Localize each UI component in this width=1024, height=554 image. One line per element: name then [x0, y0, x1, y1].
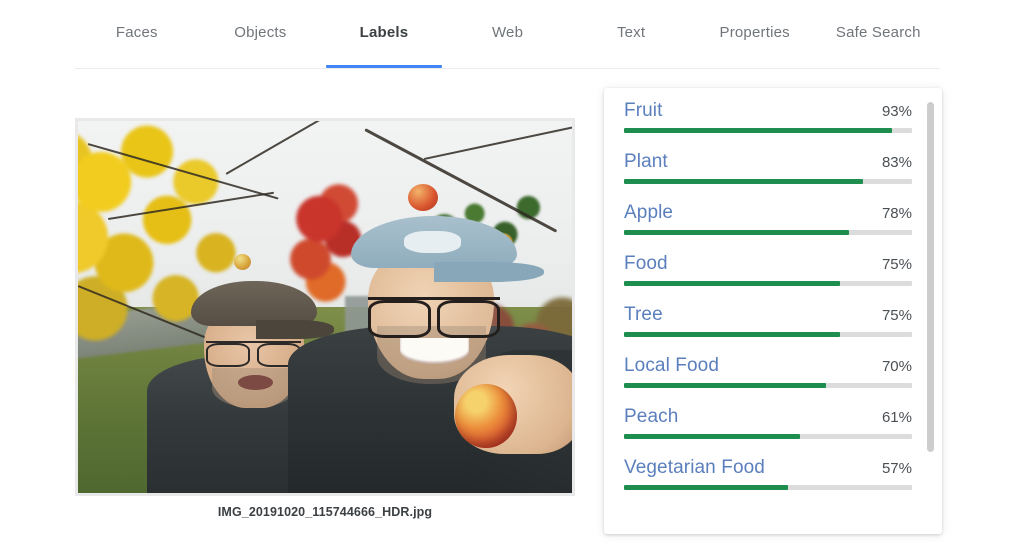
confidence-bar-track — [624, 332, 912, 337]
label-confidence-score: 93% — [881, 103, 912, 120]
tab-web[interactable]: Web — [446, 0, 570, 68]
label-confidence-score: 83% — [881, 154, 912, 171]
labels-scrollbar-thumb[interactable] — [927, 102, 934, 452]
tab-label: Labels — [359, 23, 409, 41]
photo-content — [78, 121, 572, 493]
confidence-bar-track — [624, 230, 912, 235]
confidence-bar-track — [624, 485, 912, 490]
label-name: Food — [624, 253, 668, 274]
tab-safe-search[interactable]: Safe Search — [816, 0, 940, 68]
confidence-bar-fill — [624, 230, 849, 235]
tab-label: Web — [491, 23, 524, 41]
confidence-bar-track — [624, 128, 912, 133]
analysis-tab-bar: Faces Objects Labels Web Text Properties Safe … — [0, 0, 1024, 69]
image-filename-caption: IMG_20191020_115744666_HDR.jpg — [217, 505, 433, 519]
tab-label: Text — [616, 23, 646, 41]
confidence-bar-fill — [624, 383, 826, 388]
labels-list: Fruit 93% Plant 83% Apple 78% Food 75% Tree 75% Lo… — [604, 88, 942, 534]
confidence-bar-track — [624, 179, 912, 184]
tab-text[interactable]: Text — [569, 0, 693, 68]
labels-results-card: Fruit 93% Plant 83% Apple 78% Food 75% Tree 75% Lo… — [604, 88, 942, 534]
tab-faces[interactable]: Faces — [75, 0, 199, 68]
tab-list: Faces Objects Labels Web Text Properties Safe … — [75, 0, 940, 68]
confidence-bar-track — [624, 434, 912, 439]
image-panel: IMG_20191020_115744666_HDR.jpg — [75, 118, 581, 519]
label-row[interactable]: Tree 75% — [604, 304, 942, 337]
photo-person-right — [288, 184, 572, 493]
tab-bar-divider — [75, 68, 940, 69]
confidence-bar-fill — [624, 332, 840, 337]
label-row[interactable]: Vegetarian Food 57% — [604, 457, 942, 490]
label-row-header: Local Food 70% — [624, 355, 912, 377]
label-confidence-score: 57% — [881, 460, 912, 477]
tab-objects[interactable]: Objects — [199, 0, 323, 68]
label-name: Fruit — [624, 100, 663, 121]
confidence-bar-fill — [624, 179, 864, 184]
label-row[interactable]: Food 75% — [604, 253, 942, 286]
label-row[interactable]: Fruit 93% — [604, 100, 942, 133]
tab-label: Faces — [115, 23, 158, 41]
labels-scrollbar-track[interactable] — [927, 94, 938, 528]
confidence-bar-fill — [624, 434, 800, 439]
confidence-bar-fill — [624, 485, 789, 490]
label-name: Local Food — [624, 355, 720, 376]
label-confidence-score: 75% — [881, 256, 912, 273]
label-confidence-score: 61% — [881, 409, 912, 426]
label-row-header: Food 75% — [624, 253, 912, 275]
label-row-header: Fruit 93% — [624, 100, 912, 122]
label-name: Peach — [624, 406, 679, 427]
confidence-bar-track — [624, 383, 912, 388]
label-row-header: Vegetarian Food 57% — [624, 457, 912, 479]
label-confidence-score: 78% — [881, 205, 912, 222]
label-confidence-score: 70% — [881, 358, 912, 375]
label-row-header: Peach 61% — [624, 406, 912, 428]
analyzed-photo[interactable] — [75, 118, 575, 496]
tab-properties[interactable]: Properties — [693, 0, 817, 68]
label-row-header: Apple 78% — [624, 202, 912, 224]
tab-labels[interactable]: Labels — [322, 0, 446, 68]
label-name: Plant — [624, 151, 668, 172]
confidence-bar-fill — [624, 128, 892, 133]
tab-label: Objects — [234, 23, 287, 41]
label-row-header: Plant 83% — [624, 151, 912, 173]
tab-label: Safe Search — [835, 23, 921, 41]
label-name: Vegetarian Food — [624, 457, 765, 478]
confidence-bar-track — [624, 281, 912, 286]
label-row[interactable]: Plant 83% — [604, 151, 942, 184]
confidence-bar-fill — [624, 281, 840, 286]
label-name: Tree — [624, 304, 663, 325]
label-name: Apple — [624, 202, 674, 223]
label-row-header: Tree 75% — [624, 304, 912, 326]
label-row[interactable]: Apple 78% — [604, 202, 942, 235]
tab-label: Properties — [719, 23, 790, 41]
label-confidence-score: 75% — [881, 307, 912, 324]
label-row[interactable]: Local Food 70% — [604, 355, 942, 388]
label-row[interactable]: Peach 61% — [604, 406, 942, 439]
